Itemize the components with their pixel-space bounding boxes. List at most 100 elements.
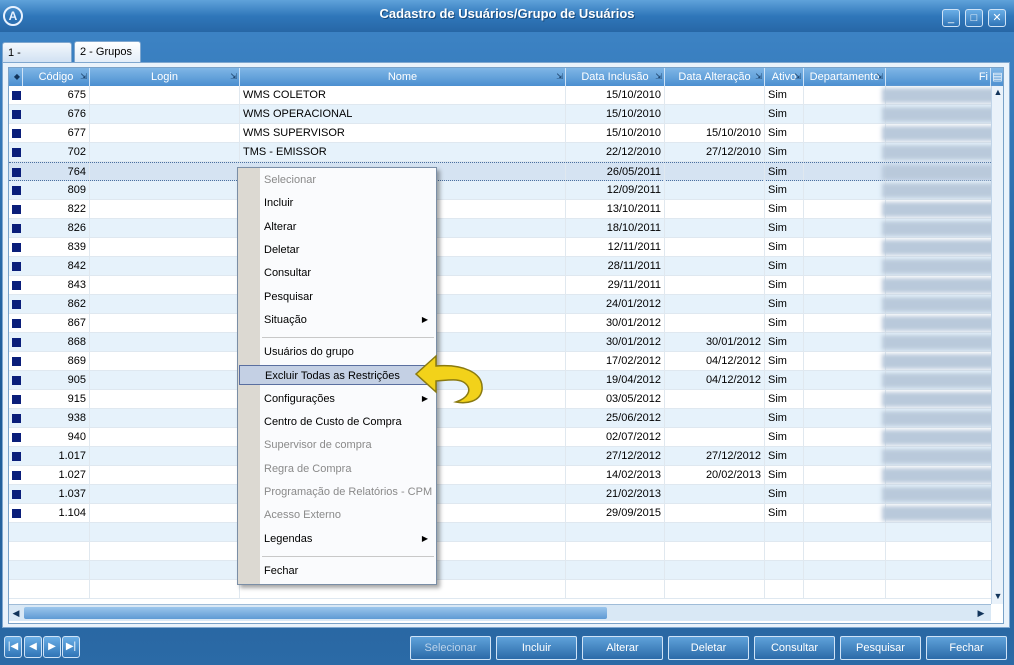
sort-icon[interactable]: ⇲ bbox=[876, 68, 883, 86]
menu-item-pesquisar[interactable]: Pesquisar bbox=[264, 287, 434, 307]
table-row[interactable]: 676 WMS OPERACIONAL 15/10/2010 Sim bbox=[9, 105, 1003, 124]
tab-grupos[interactable]: 2 - Grupos bbox=[74, 41, 141, 63]
row-indicator-icon bbox=[12, 148, 21, 157]
deletar-button[interactable]: Deletar bbox=[668, 636, 749, 660]
previous-record-button[interactable]: ◀ bbox=[24, 636, 42, 658]
cell-nome: WMS SUPERVISOR bbox=[240, 124, 566, 143]
table-row[interactable]: 938CIAL25/06/2012Sim bbox=[9, 409, 1003, 428]
table-row[interactable]: 842 28/11/2011 Sim bbox=[9, 257, 1003, 276]
table-row[interactable]: 822 13/10/2011 Sim bbox=[9, 200, 1003, 219]
table-row[interactable] bbox=[9, 561, 1003, 580]
sort-icon[interactable]: ⇲ bbox=[755, 68, 762, 86]
vertical-scrollbar[interactable]: ▲ ▼ bbox=[991, 86, 1003, 604]
menu-item-situacao[interactable]: Situação ▶ bbox=[264, 310, 434, 330]
menu-item-legendas[interactable]: Legendas ▶ bbox=[264, 529, 434, 549]
horizontal-scrollbar[interactable]: ◀ ▶ bbox=[9, 604, 991, 621]
tab-usuarios[interactable]: 1 - Usuários bbox=[2, 42, 72, 79]
sort-icon[interactable]: ◆ bbox=[14, 68, 20, 86]
cell-ativo: Sim bbox=[765, 352, 804, 371]
header-login-label: Login bbox=[151, 71, 178, 83]
cell-login bbox=[90, 86, 240, 105]
header-ativo[interactable]: Ativo ⇲ bbox=[765, 68, 804, 86]
scroll-thumb[interactable] bbox=[24, 607, 607, 619]
header-data-inclusao[interactable]: Data Inclusão ⇲ bbox=[566, 68, 665, 86]
menu-item-label: Supervisor de compra bbox=[264, 439, 372, 452]
selecionar-button[interactable]: Selecionar bbox=[410, 636, 491, 660]
alterar-button[interactable]: Alterar bbox=[582, 636, 663, 660]
menu-item-centro-de-custo-de-compra[interactable]: Centro de Custo de Compra bbox=[264, 412, 434, 432]
table-row[interactable]: 940NTO NAC E INT02/07/2012Sim bbox=[9, 428, 1003, 447]
cell-codigo: 809 bbox=[23, 181, 90, 200]
table-row[interactable]: 675 WMS COLETOR 15/10/2010 Sim bbox=[9, 86, 1003, 105]
table-row[interactable]: 1.104 29/09/2015 Sim bbox=[9, 504, 1003, 523]
header-nome-label: Nome bbox=[387, 71, 418, 83]
minimize-button[interactable]: _ bbox=[942, 9, 960, 27]
groups-grid[interactable]: ◆ Código ⇲ Login ⇲ Nome ⇲ Data Inclusão ⇲ Da… bbox=[8, 67, 1004, 624]
cell-ativo: Sim bbox=[765, 257, 804, 276]
header-fi[interactable]: Fi bbox=[886, 68, 991, 86]
header-codigo[interactable]: Código ⇲ bbox=[23, 68, 90, 86]
table-row[interactable]: 867 30/01/2012 Sim bbox=[9, 314, 1003, 333]
redacted-cell bbox=[882, 335, 1000, 350]
sort-icon[interactable]: ⇲ bbox=[80, 68, 87, 86]
next-record-button[interactable]: ▶ bbox=[43, 636, 61, 658]
consultar-button[interactable]: Consultar bbox=[754, 636, 835, 660]
scroll-left-icon[interactable]: ◀ bbox=[10, 607, 22, 619]
header-login[interactable]: Login ⇲ bbox=[90, 68, 240, 86]
cell-departamento bbox=[804, 105, 886, 124]
sort-icon[interactable]: ⇲ bbox=[556, 68, 563, 86]
menu-item-usuarios-do-grupo[interactable]: Usuários do grupo bbox=[264, 342, 434, 362]
table-row[interactable]: 915L03/05/2012Sim bbox=[9, 390, 1003, 409]
table-row[interactable]: 905 19/04/2012 04/12/2012 Sim bbox=[9, 371, 1003, 390]
header-nome[interactable]: Nome ⇲ bbox=[240, 68, 566, 86]
menu-item-programacao-de-relatorios-cpm: Programação de Relatórios - CPM bbox=[264, 482, 434, 502]
row-indicator-icon bbox=[12, 281, 21, 290]
row-indicator-icon bbox=[12, 338, 21, 347]
header-data-alteracao[interactable]: Data Alteração ⇲ bbox=[665, 68, 765, 86]
sort-icon[interactable]: ⇲ bbox=[794, 68, 801, 86]
maximize-button[interactable]: □ bbox=[965, 9, 983, 27]
table-row[interactable]: 1.027SORES EMPRESA 214/02/201320/02/2013… bbox=[9, 466, 1003, 485]
table-row[interactable]: 826 18/10/2011 Sim bbox=[9, 219, 1003, 238]
menu-item-consultar[interactable]: Consultar bbox=[264, 263, 434, 283]
table-row[interactable]: 1.017SAIDA VENDAS27/12/201227/12/2012Sim bbox=[9, 447, 1003, 466]
row-indicator-icon bbox=[12, 168, 21, 177]
table-row[interactable]: 869 17/02/2012 04/12/2012 Sim bbox=[9, 352, 1003, 371]
scroll-up-icon[interactable]: ▲ bbox=[992, 86, 1003, 98]
menu-item-deletar[interactable]: Deletar bbox=[264, 240, 434, 260]
first-record-button[interactable]: |◀ bbox=[4, 636, 22, 658]
table-row[interactable]: 809OS12/09/2011Sim bbox=[9, 181, 1003, 200]
sort-icon[interactable]: ⇲ bbox=[655, 68, 662, 86]
table-row[interactable] bbox=[9, 542, 1003, 561]
header-departamento[interactable]: Departamento ⇲ bbox=[804, 68, 886, 86]
menu-item-incluir[interactable]: Incluir bbox=[264, 193, 434, 213]
scroll-down-icon[interactable]: ▼ bbox=[992, 590, 1003, 602]
menu-item-configuracoes[interactable]: Configurações ▶ bbox=[264, 389, 434, 409]
table-row[interactable]: 839 12/11/2011 Sim bbox=[9, 238, 1003, 257]
table-row[interactable]: 764 26/05/2011 Sim bbox=[9, 162, 1003, 182]
cell-data-alteracao bbox=[665, 238, 765, 257]
menu-item-alterar[interactable]: Alterar bbox=[264, 217, 434, 237]
table-row[interactable] bbox=[9, 523, 1003, 542]
table-row[interactable]: 843 29/11/2011 Sim bbox=[9, 276, 1003, 295]
close-button[interactable]: ✕ bbox=[988, 9, 1006, 27]
scroll-right-icon[interactable]: ▶ bbox=[975, 607, 987, 619]
incluir-button[interactable]: Incluir bbox=[496, 636, 577, 660]
pesquisar-button[interactable]: Pesquisar bbox=[840, 636, 921, 660]
table-row[interactable]: 677 WMS SUPERVISOR 15/10/2010 15/10/2010 Sim bbox=[9, 124, 1003, 143]
header-data-inclusao-label: Data Inclusão bbox=[581, 71, 649, 83]
menu-item-excluir-todas-as-restricoes[interactable]: Excluir Todas as Restrições bbox=[239, 365, 435, 386]
fechar-button[interactable]: Fechar bbox=[926, 636, 1007, 660]
table-row[interactable]: 868RECEBER30/01/201230/01/2012Sim bbox=[9, 333, 1003, 352]
cell-ativo: Sim bbox=[765, 390, 804, 409]
cell-ativo: Sim bbox=[765, 219, 804, 238]
sort-icon[interactable]: ⇲ bbox=[230, 68, 237, 86]
table-row[interactable]: 1.037 21/02/2013 Sim bbox=[9, 485, 1003, 504]
cell-login bbox=[90, 257, 240, 276]
last-record-button[interactable]: ▶| bbox=[62, 636, 80, 658]
table-row[interactable] bbox=[9, 580, 1003, 599]
table-row[interactable]: 702 TMS - EMISSOR 22/12/2010 27/12/2010 Sim bbox=[9, 143, 1003, 162]
header-column-picker[interactable]: ▤ bbox=[991, 68, 1003, 86]
menu-item-fechar[interactable]: Fechar bbox=[264, 561, 434, 581]
table-row[interactable]: 862 24/01/2012 Sim bbox=[9, 295, 1003, 314]
